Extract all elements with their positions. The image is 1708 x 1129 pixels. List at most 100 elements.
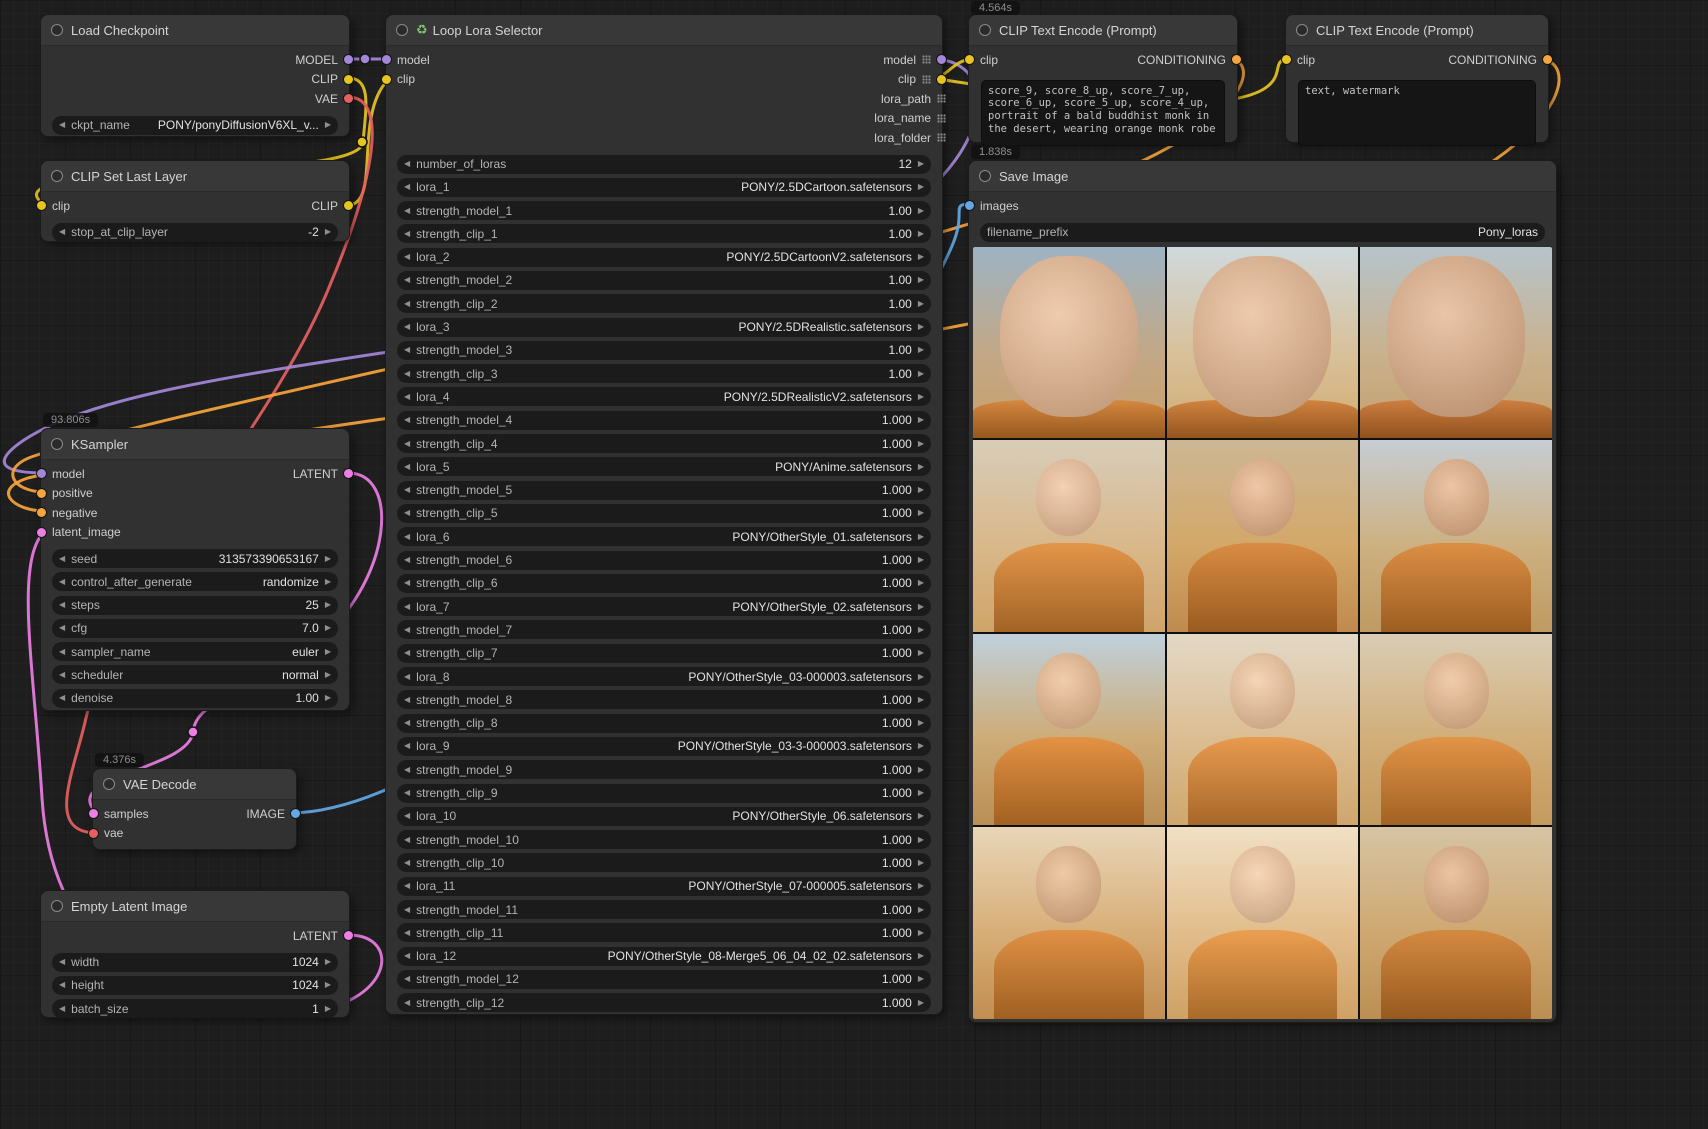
node-header[interactable]: ♻ Loop Lora Selector: [386, 15, 942, 46]
node-loop-lora-selector[interactable]: ♻ Loop Lora Selector modelmodelclipclipl…: [385, 14, 943, 1015]
output-port-LATENT[interactable]: [344, 469, 353, 478]
preview-image[interactable]: [1360, 247, 1552, 439]
widget-strength_model_10[interactable]: ◀strength_model_101.000▶: [397, 830, 931, 849]
widget-increment-arrow[interactable]: ▶: [918, 742, 924, 750]
widget-strength_clip_7[interactable]: ◀strength_clip_71.000▶: [397, 644, 931, 663]
widget-increment-arrow[interactable]: ▶: [918, 323, 924, 331]
widget-filename_prefix[interactable]: filename_prefixPony_loras: [980, 223, 1545, 242]
widget-increment-arrow[interactable]: ▶: [918, 160, 924, 168]
input-port-vae[interactable]: [89, 829, 98, 838]
widget-increment-arrow[interactable]: ▶: [918, 836, 924, 844]
widget-increment-arrow[interactable]: ▶: [918, 975, 924, 983]
widget-increment-arrow[interactable]: ▶: [918, 719, 924, 727]
node-save-image[interactable]: 1.838s Save Image images filename_prefix…: [968, 160, 1557, 1023]
widget-increment-arrow[interactable]: ▶: [918, 649, 924, 657]
widget-steps[interactable]: ◀steps25▶: [52, 596, 338, 615]
convert-widget-grid-icon[interactable]: [937, 114, 946, 123]
node-header[interactable]: Empty Latent Image: [41, 891, 349, 922]
widget-decrement-arrow[interactable]: ◀: [404, 253, 410, 261]
convert-widget-grid-icon[interactable]: [922, 55, 931, 64]
widget-increment-arrow[interactable]: ▶: [918, 416, 924, 424]
input-port-images[interactable]: [965, 201, 974, 210]
widget-decrement-arrow[interactable]: ◀: [59, 555, 65, 563]
convert-widget-grid-icon[interactable]: [922, 75, 931, 84]
widget-decrement-arrow[interactable]: ◀: [404, 649, 410, 657]
widget-decrement-arrow[interactable]: ◀: [404, 952, 410, 960]
convert-widget-grid-icon[interactable]: [937, 133, 946, 142]
input-port-latent_image[interactable]: [37, 528, 46, 537]
widget-strength_model_4[interactable]: ◀strength_model_41.000▶: [397, 411, 931, 430]
widget-lora_9[interactable]: ◀lora_9PONY/OtherStyle_03-3-000003.safet…: [397, 737, 931, 756]
widget-strength_clip_9[interactable]: ◀strength_clip_91.000▶: [397, 784, 931, 803]
widget-strength_clip_8[interactable]: ◀strength_clip_81.000▶: [397, 714, 931, 733]
widget-increment-arrow[interactable]: ▶: [325, 228, 331, 236]
widget-increment-arrow[interactable]: ▶: [325, 694, 331, 702]
output-port-model[interactable]: [937, 55, 946, 64]
collapse-dot[interactable]: [1296, 24, 1308, 36]
widget-strength_clip_5[interactable]: ◀strength_clip_51.000▶: [397, 504, 931, 523]
widget-strength_model_6[interactable]: ◀strength_model_61.000▶: [397, 551, 931, 570]
widget-increment-arrow[interactable]: ▶: [325, 601, 331, 609]
node-header[interactable]: KSampler: [41, 429, 349, 460]
preview-image[interactable]: [973, 440, 1165, 632]
widget-decrement-arrow[interactable]: ◀: [404, 556, 410, 564]
preview-image[interactable]: [1167, 247, 1359, 439]
output-port-CONDITIONING[interactable]: [1543, 55, 1552, 64]
widget-decrement-arrow[interactable]: ◀: [404, 533, 410, 541]
widget-strength_model_5[interactable]: ◀strength_model_51.000▶: [397, 481, 931, 500]
widget-decrement-arrow[interactable]: ◀: [404, 230, 410, 238]
widget-decrement-arrow[interactable]: ◀: [404, 696, 410, 704]
widget-strength_clip_11[interactable]: ◀strength_clip_111.000▶: [397, 923, 931, 942]
widget-increment-arrow[interactable]: ▶: [918, 509, 924, 517]
widget-decrement-arrow[interactable]: ◀: [404, 929, 410, 937]
widget-strength_clip_1[interactable]: ◀strength_clip_11.00▶: [397, 224, 931, 243]
node-graph-canvas[interactable]: Load Checkpoint MODELCLIPVAE ◀ckpt_nameP…: [0, 0, 1708, 1129]
widget-decrement-arrow[interactable]: ◀: [404, 906, 410, 914]
node-header[interactable]: VAE Decode: [93, 769, 296, 800]
widget-decrement-arrow[interactable]: ◀: [404, 999, 410, 1007]
widget-decrement-arrow[interactable]: ◀: [404, 160, 410, 168]
preview-image[interactable]: [973, 634, 1165, 826]
preview-image[interactable]: [973, 827, 1165, 1019]
widget-increment-arrow[interactable]: ▶: [325, 671, 331, 679]
widget-strength_clip_3[interactable]: ◀strength_clip_31.00▶: [397, 364, 931, 383]
input-port-samples[interactable]: [89, 809, 98, 818]
widget-strength_model_1[interactable]: ◀strength_model_11.00▶: [397, 201, 931, 220]
widget-decrement-arrow[interactable]: ◀: [404, 440, 410, 448]
widget-increment-arrow[interactable]: ▶: [325, 578, 331, 586]
widget-lora_7[interactable]: ◀lora_7PONY/OtherStyle_02.safetensors▶: [397, 597, 931, 616]
widget-scheduler[interactable]: ◀schedulernormal▶: [52, 665, 338, 684]
node-load-checkpoint[interactable]: Load Checkpoint MODELCLIPVAE ◀ckpt_nameP…: [40, 14, 350, 137]
preview-image[interactable]: [1360, 827, 1552, 1019]
widget-decrement-arrow[interactable]: ◀: [404, 486, 410, 494]
node-header[interactable]: CLIP Text Encode (Prompt): [969, 15, 1237, 46]
prompt-text-input[interactable]: text, watermark: [1298, 80, 1536, 146]
preview-image[interactable]: [1360, 440, 1552, 632]
node-header[interactable]: Load Checkpoint: [41, 15, 349, 46]
widget-increment-arrow[interactable]: ▶: [918, 253, 924, 261]
widget-increment-arrow[interactable]: ▶: [918, 859, 924, 867]
widget-increment-arrow[interactable]: ▶: [325, 121, 331, 129]
widget-decrement-arrow[interactable]: ◀: [404, 603, 410, 611]
collapse-dot[interactable]: [51, 170, 63, 182]
widget-strength_model_8[interactable]: ◀strength_model_81.000▶: [397, 690, 931, 709]
widget-strength_clip_12[interactable]: ◀strength_clip_121.000▶: [397, 993, 931, 1012]
widget-increment-arrow[interactable]: ▶: [918, 230, 924, 238]
widget-decrement-arrow[interactable]: ◀: [59, 121, 65, 129]
widget-increment-arrow[interactable]: ▶: [918, 533, 924, 541]
output-port-VAE[interactable]: [344, 94, 353, 103]
preview-image[interactable]: [1360, 634, 1552, 826]
widget-lora_4[interactable]: ◀lora_4PONY/2.5DRealisticV2.safetensors▶: [397, 387, 931, 406]
widget-decrement-arrow[interactable]: ◀: [59, 601, 65, 609]
node-vae-decode[interactable]: 4.376s VAE Decode samplesIMAGEvae: [92, 768, 297, 850]
node-header[interactable]: CLIP Set Last Layer: [41, 161, 349, 192]
widget-increment-arrow[interactable]: ▶: [918, 789, 924, 797]
node-header[interactable]: CLIP Text Encode (Prompt): [1286, 15, 1548, 46]
widget-decrement-arrow[interactable]: ◀: [59, 981, 65, 989]
widget-lora_10[interactable]: ◀lora_10PONY/OtherStyle_06.safetensors▶: [397, 807, 931, 826]
widget-decrement-arrow[interactable]: ◀: [59, 578, 65, 586]
widget-height[interactable]: ◀height1024▶: [52, 976, 338, 995]
collapse-dot[interactable]: [979, 170, 991, 182]
widget-decrement-arrow[interactable]: ◀: [404, 859, 410, 867]
preview-image[interactable]: [1167, 440, 1359, 632]
